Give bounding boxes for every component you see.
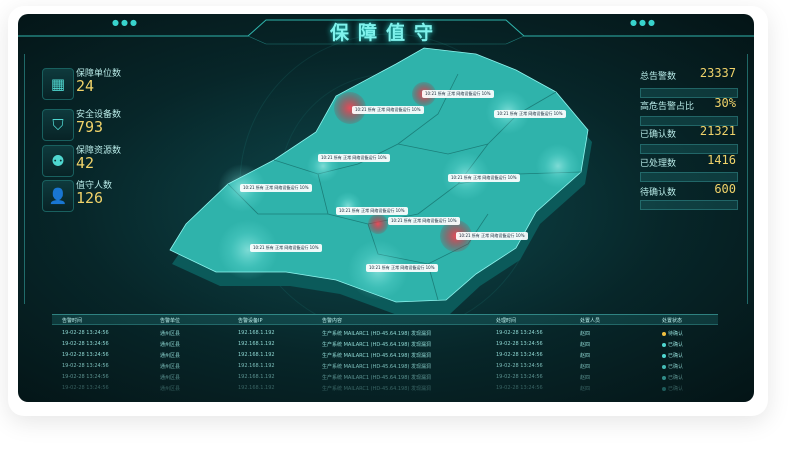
cell-unit: 通州区县 xyxy=(160,353,181,359)
cell-time: 19-02-28 13:24:56 xyxy=(62,363,109,369)
cell-time: 19-02-28 13:24:56 xyxy=(62,330,109,336)
cell-content: 生产系统 MAILARC1 (HD-45.64.198) 发现漏洞 xyxy=(322,364,431,370)
map-label[interactable]: 10:21 所有 正常 网络设备运行 10% xyxy=(240,184,312,192)
cell-person: 赵四 xyxy=(580,342,591,348)
column-header[interactable]: 处置人员 xyxy=(580,317,600,324)
column-header[interactable]: 告警时间 xyxy=(62,317,82,324)
cell-person: 赵四 xyxy=(580,353,591,359)
map-label[interactable]: 10:21 所有 正常 网络设备运行 10% xyxy=(318,154,390,162)
column-header[interactable]: 告警内容 xyxy=(322,317,342,324)
column-header[interactable]: 告警单位 xyxy=(160,317,180,324)
cell-process-time: 19-02-28 13:24:56 xyxy=(496,330,543,336)
status-dot xyxy=(662,342,666,347)
cell-person: 赵四 xyxy=(580,386,591,392)
map-label[interactable]: 10:21 所有 正常 网络设备运行 10% xyxy=(336,207,408,215)
dashboard-screen: 保障值守 ●●● ●●● ▦ 保障单位数 24 ⛉ 安全设备数 793 ⚉ 保障… xyxy=(18,14,754,402)
cell-time: 19-02-28 13:24:56 xyxy=(62,341,109,347)
pulse-marker[interactable] xyxy=(334,192,362,220)
cell-ip: 192.168.1.192 xyxy=(238,374,275,380)
status-text: 已确认 xyxy=(668,375,684,381)
status-dot xyxy=(662,331,666,336)
column-header[interactable]: 处理时间 xyxy=(496,317,516,324)
cell-process-time: 19-02-28 13:24:56 xyxy=(496,341,543,347)
cell-status: 已确认 xyxy=(662,363,683,370)
table-row[interactable]: 19-02-28 13:24:56 通州区县 192.168.1.192 生产系… xyxy=(52,339,718,348)
alert-marker[interactable] xyxy=(368,214,388,234)
status-text: 已确认 xyxy=(668,353,684,359)
cell-status: 已确认 xyxy=(662,352,683,359)
cell-time: 19-02-28 13:24:56 xyxy=(62,352,109,358)
table-row[interactable]: 19-02-28 13:24:56 通州区县 192.168.1.192 生产系… xyxy=(52,361,718,370)
cell-content: 生产系统 MAILARC1 (HD-45.64.198) 发现漏洞 xyxy=(322,375,431,381)
cell-time: 19-02-28 13:24:56 xyxy=(62,385,109,391)
cell-person: 赵四 xyxy=(580,364,591,370)
map-label[interactable]: 10:21 所有 正常 网络设备运行 10% xyxy=(448,174,520,182)
table-row[interactable]: 19-02-28 13:24:56 通州区县 192.168.1.192 生产系… xyxy=(52,350,718,359)
map-label[interactable]: 10:21 所有 正常 网络设备运行 10% xyxy=(366,264,438,272)
map-label[interactable]: 10:21 所有 正常 网络设备运行 10% xyxy=(250,244,322,252)
status-text: 已确认 xyxy=(668,364,684,370)
table-row[interactable]: 19-02-28 13:24:56 通州区县 192.168.1.192 生产系… xyxy=(52,328,718,337)
cell-unit: 通州区县 xyxy=(160,386,181,392)
map-label[interactable]: 10:21 所有 正常 网络设备运行 10% xyxy=(456,232,528,240)
cell-content: 生产系统 MAILARC1 (HD-45.64.198) 发现漏洞 xyxy=(322,342,431,348)
status-dot xyxy=(662,386,666,391)
status-text: 已确认 xyxy=(668,342,684,348)
cell-content: 生产系统 MAILARC1 (HD-45.64.198) 发现漏洞 xyxy=(322,353,431,359)
pulse-marker[interactable] xyxy=(536,144,580,188)
cell-ip: 192.168.1.192 xyxy=(238,385,275,391)
cell-content: 生产系统 MAILARC1 (HD-45.64.198) 发现漏洞 xyxy=(322,331,431,337)
table-row[interactable]: 19-02-28 13:24:56 通州区县 192.168.1.192 生产系… xyxy=(52,372,718,381)
column-header[interactable]: 处置状态 xyxy=(662,317,682,324)
status-text: 已确认 xyxy=(668,386,684,392)
cell-process-time: 19-02-28 13:24:56 xyxy=(496,352,543,358)
cell-ip: 192.168.1.192 xyxy=(238,363,275,369)
cell-time: 19-02-28 13:24:56 xyxy=(62,374,109,380)
cell-status: 已确认 xyxy=(662,385,683,392)
cell-ip: 192.168.1.192 xyxy=(238,352,275,358)
map-label[interactable]: 10:21 所有 正常 网络设备运行 10% xyxy=(352,106,424,114)
status-dot xyxy=(662,364,666,369)
column-header[interactable]: 告警设备IP xyxy=(238,317,263,324)
map-label[interactable]: 10:21 所有 正常 网络设备运行 10% xyxy=(388,217,460,225)
status-text: 待确认 xyxy=(668,331,684,337)
cell-unit: 通州区县 xyxy=(160,342,181,348)
cell-person: 赵四 xyxy=(580,375,591,381)
cell-process-time: 19-02-28 13:24:56 xyxy=(496,363,543,369)
map-label[interactable]: 10:21 所有 正常 网络设备运行 10% xyxy=(494,110,566,118)
cell-status: 已确认 xyxy=(662,374,683,381)
cell-unit: 通州区县 xyxy=(160,364,181,370)
cell-content: 生产系统 MAILARC1 (HD-45.64.198) 发现漏洞 xyxy=(322,386,431,392)
status-dot xyxy=(662,353,666,358)
cell-process-time: 19-02-28 13:24:56 xyxy=(496,374,543,380)
cell-ip: 192.168.1.192 xyxy=(238,330,275,336)
cell-status: 已确认 xyxy=(662,341,683,348)
cell-unit: 通州区县 xyxy=(160,375,181,381)
cell-status: 待确认 xyxy=(662,330,683,337)
table-row[interactable]: 19-02-28 13:24:56 通州区县 192.168.1.192 生产系… xyxy=(52,383,718,392)
map-label[interactable]: 10:21 所有 正常 网络设备运行 10% xyxy=(422,90,494,98)
cell-process-time: 19-02-28 13:24:56 xyxy=(496,385,543,391)
status-dot xyxy=(662,375,666,380)
table-header: 告警时间 告警单位 告警设备IP 告警内容 处理时间 处置人员 处置状态 xyxy=(52,314,718,325)
cell-ip: 192.168.1.192 xyxy=(238,341,275,347)
cell-unit: 通州区县 xyxy=(160,331,181,337)
alert-table: 告警时间 告警单位 告警设备IP 告警内容 处理时间 处置人员 处置状态 19-… xyxy=(52,314,718,398)
cell-person: 赵四 xyxy=(580,331,591,337)
